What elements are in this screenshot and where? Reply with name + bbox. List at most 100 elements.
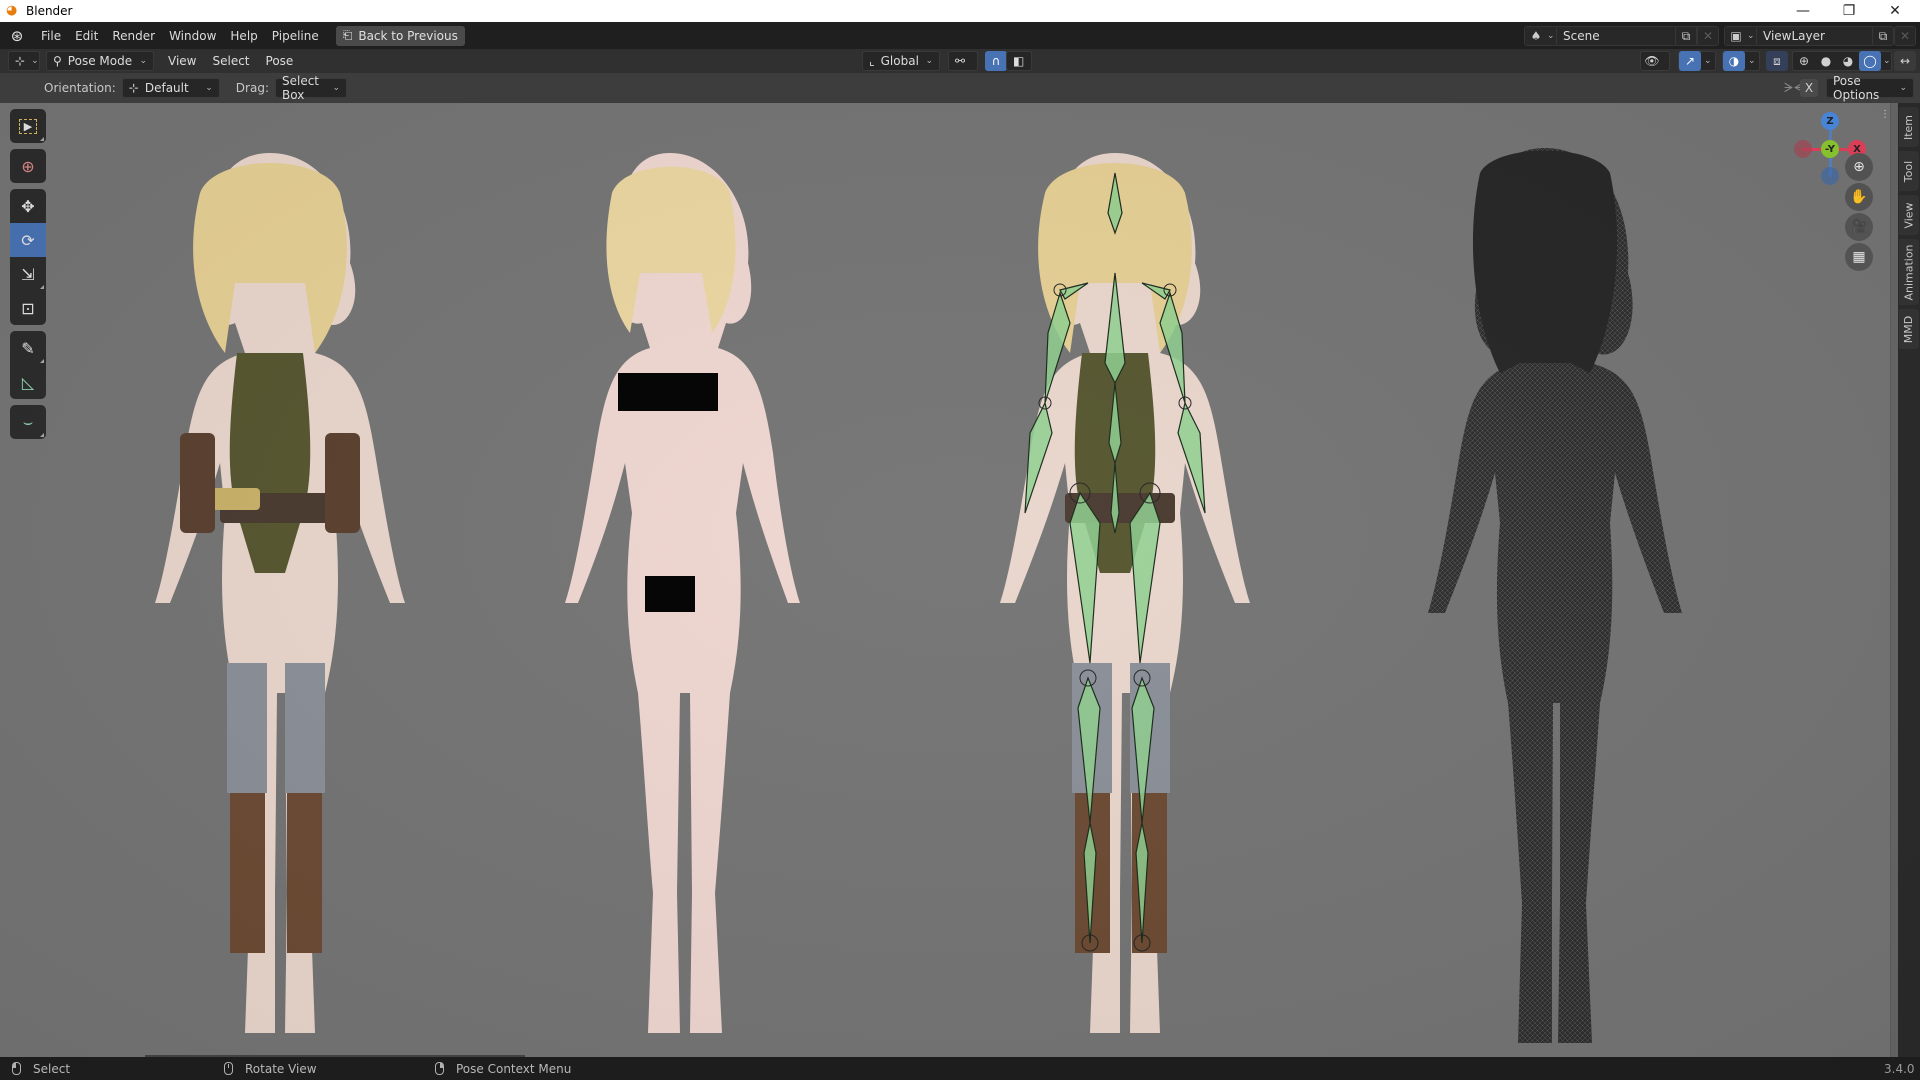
shading-solid-button[interactable]: ●	[1815, 51, 1837, 71]
tool-select-box[interactable]: ▶	[10, 109, 46, 143]
tool-annotate[interactable]: ✎	[10, 331, 46, 365]
blender-menu-icon[interactable]: ⊛	[0, 27, 34, 45]
gizmo-neg-y-button[interactable]: -Y	[1821, 140, 1839, 158]
tab-animation[interactable]: Animation	[1899, 239, 1919, 305]
selectability-visibility-button[interactable]: 👁	[1640, 51, 1670, 71]
menu-view[interactable]: View	[160, 54, 204, 68]
menu-edit[interactable]: Edit	[68, 25, 105, 47]
window-titlebar: ◕ Blender — ❐ ✕	[0, 0, 1920, 22]
eye-pointer-icon: 👁	[1644, 54, 1660, 68]
shading-material-preview-button[interactable]: ◕	[1837, 51, 1859, 71]
transform-pivot-selector[interactable]: ⚯	[948, 51, 978, 71]
perspective-toggle-button[interactable]: ▦	[1845, 243, 1873, 271]
minimize-button[interactable]: —	[1780, 0, 1826, 22]
chevron-down-icon: ⌄	[1747, 31, 1755, 41]
figure-armature-body	[1000, 153, 1250, 1033]
shading-rendered-button[interactable]: ◯	[1859, 51, 1881, 71]
tool-settings-bar: Orientation: ⊹ Default ⌄ Drag: Select Bo…	[0, 73, 1920, 103]
menu-window[interactable]: Window	[162, 25, 223, 47]
back-to-previous-button[interactable]: ⎗ Back to Previous	[335, 25, 465, 46]
tool-scale[interactable]: ⇲	[10, 257, 46, 291]
tool-rotate[interactable]: ⟳	[10, 223, 46, 257]
chevron-down-icon: ⌄	[925, 56, 933, 66]
menu-render[interactable]: Render	[105, 25, 162, 47]
move-icon: ✥	[21, 196, 35, 216]
curve-icon: ⌣	[22, 412, 34, 431]
shading-wireframe-button[interactable]: ⊕	[1793, 51, 1815, 71]
mouse-left-icon	[12, 1062, 21, 1075]
scale-icon: ⇲	[21, 264, 35, 284]
drag-selector[interactable]: Select Box ⌄	[274, 74, 347, 102]
snap-target-selector[interactable]: ◧	[1006, 51, 1032, 71]
gizmo-z-button[interactable]: Z	[1821, 112, 1839, 130]
overlays-toggle[interactable]: ◑ ⌄	[1722, 51, 1760, 71]
tab-view[interactable]: View	[1899, 195, 1919, 235]
view-layer-name-field[interactable]: ViewLayer	[1756, 26, 1876, 46]
tool-measure[interactable]: ◺	[10, 365, 46, 399]
close-button[interactable]: ✕	[1872, 0, 1918, 22]
delete-scene-button[interactable]: ✕	[1697, 26, 1719, 46]
select-box-icon: ▶	[18, 118, 38, 134]
menu-select[interactable]: Select	[204, 54, 257, 68]
new-view-layer-button[interactable]: ⧉	[1872, 26, 1894, 46]
camera-view-button[interactable]: 🎥	[1845, 213, 1873, 241]
tab-mmd-label: MMD	[1902, 315, 1916, 343]
menu-pose[interactable]: Pose	[258, 54, 302, 68]
view-layer-type-selector[interactable]: ▣ ⌄	[1724, 26, 1760, 46]
gizmo-neg-z-button[interactable]	[1821, 167, 1839, 185]
transform-orientation-selector[interactable]: ⌞ Global ⌄	[862, 51, 940, 71]
rotate-icon: ⟳	[21, 230, 35, 250]
duplicate-icon: ⧉	[1878, 28, 1888, 43]
orientation-selector[interactable]: ⊹ Default ⌄	[121, 78, 220, 98]
xray-toggle[interactable]: ⧈	[1766, 51, 1788, 71]
tool-transform[interactable]: ⊡	[10, 291, 46, 325]
character-model-armature[interactable]	[970, 133, 1260, 1053]
pan-view-button[interactable]: ✋	[1845, 183, 1873, 211]
status-left-mouse: Select	[12, 1062, 70, 1076]
gizmo-toggle[interactable]: ↗ ⌄	[1678, 51, 1716, 71]
magnifier-plus-icon: ⊕	[1853, 159, 1865, 175]
character-model-base[interactable]	[530, 133, 810, 1053]
chevron-down-icon: ⌄	[1704, 56, 1712, 66]
hand-icon: ✋	[1850, 189, 1868, 205]
pivot-link-icon: ⚯	[955, 54, 966, 68]
x-icon: ✕	[1899, 29, 1911, 43]
proportional-editing-toggle[interactable]: ∩	[985, 51, 1007, 71]
pose-options-dropdown[interactable]: Pose Options ⌄	[1826, 74, 1914, 102]
tool-cursor[interactable]: ⊕	[10, 149, 46, 183]
tab-item[interactable]: Item	[1899, 107, 1919, 147]
character-model-clothed[interactable]	[125, 133, 415, 1053]
toggle-sidebar-button[interactable]: ↔	[1894, 51, 1916, 71]
tool-move[interactable]: ✥	[10, 189, 46, 223]
new-scene-button[interactable]: ⧉	[1675, 26, 1697, 46]
pose-mode-icon: ⚲	[53, 54, 62, 68]
chevron-down-icon: ⌄	[139, 56, 147, 66]
tab-mmd[interactable]: MMD	[1899, 309, 1919, 349]
menu-file[interactable]: File	[34, 25, 68, 47]
chevron-down-icon: ⌄	[332, 83, 340, 93]
tab-view-label: View	[1902, 201, 1916, 229]
sidebar-scrollbar[interactable]	[1890, 103, 1898, 1057]
editor-type-selector[interactable]: ⊹ ⌄	[8, 51, 40, 71]
magnet-icon: ∩	[991, 54, 1001, 68]
gizmo-neg-x-button[interactable]	[1794, 140, 1812, 158]
sidebar-options-dots[interactable]: ⋮	[1880, 109, 1890, 120]
menu-help[interactable]: Help	[223, 25, 264, 47]
delete-view-layer-button[interactable]: ✕	[1894, 26, 1916, 46]
menu-pipeline[interactable]: Pipeline	[265, 25, 326, 47]
3d-viewport[interactable]: ▶ ⊕ ✥ ⟳ ⇲ ⊡ ✎ ◺ ⌣ Z -Y X ⊕ ✋ 🎥 ▦ ⋮ Item …	[0, 103, 1920, 1057]
censor-bar-lower	[645, 576, 695, 612]
zoom-view-button[interactable]: ⊕	[1845, 153, 1873, 181]
restore-button[interactable]: ❐	[1826, 0, 1872, 22]
mode-selector[interactable]: ⚲ Pose Mode ⌄	[46, 51, 154, 71]
x-mirror-label: X	[1804, 81, 1814, 95]
status-bar: Select Rotate View Pose Context Menu 3.4…	[0, 1057, 1920, 1080]
back-to-previous-label: Back to Previous	[358, 28, 458, 43]
xray-icon: ⧈	[1773, 53, 1781, 68]
tool-relax-pose[interactable]: ⌣	[10, 405, 46, 439]
monitor-back-icon: ⎗	[342, 28, 353, 42]
tab-tool[interactable]: Tool	[1899, 151, 1919, 191]
character-model-wireframe[interactable]	[1400, 133, 1690, 1053]
x-mirror-toggle[interactable]: X	[1800, 79, 1818, 97]
status-middle-mouse: Rotate View	[224, 1062, 317, 1076]
